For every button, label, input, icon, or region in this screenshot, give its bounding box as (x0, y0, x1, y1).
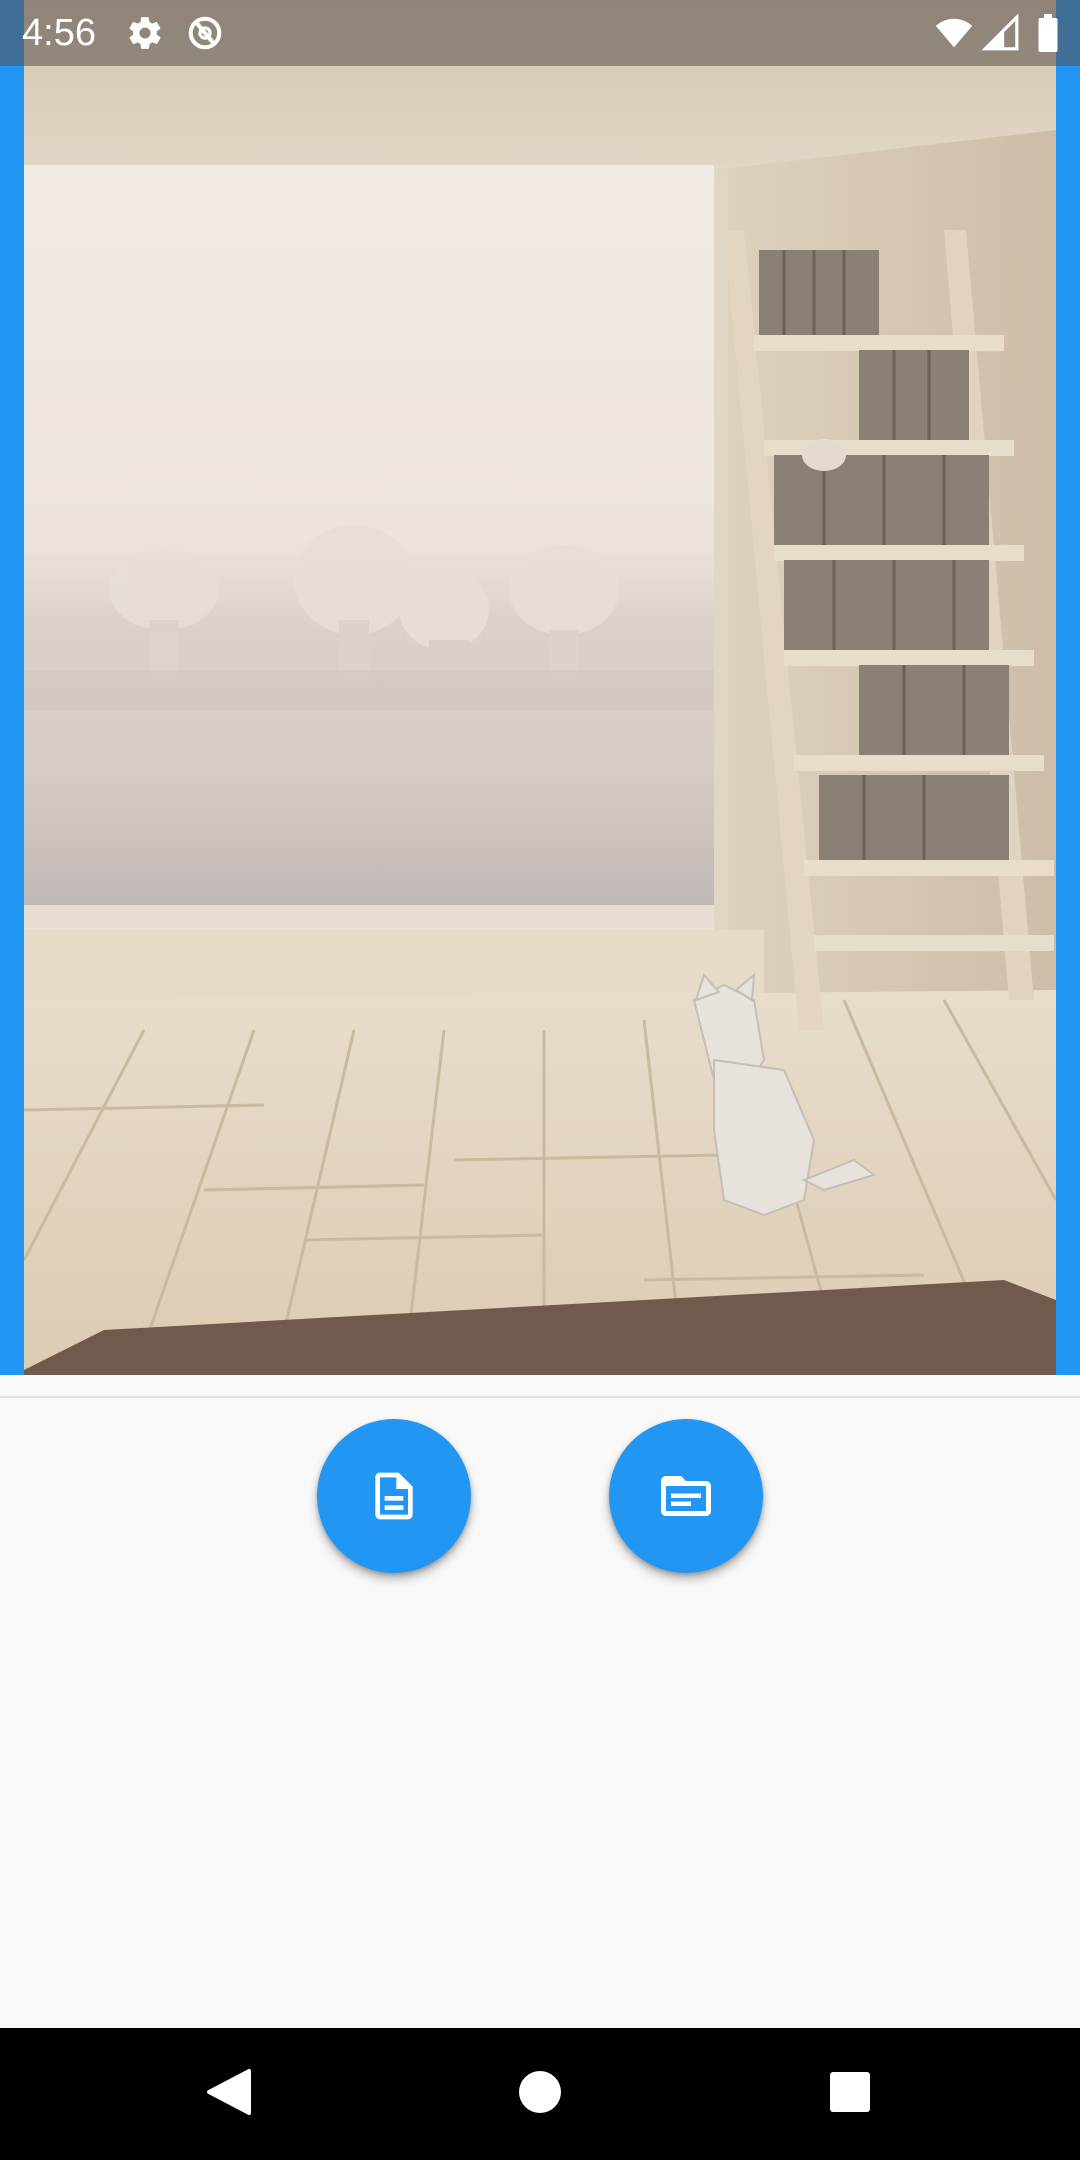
status-bar: 4:56 (0, 0, 1080, 66)
navigation-bar (0, 2028, 1080, 2160)
recents-button[interactable] (814, 2058, 886, 2130)
status-time: 4:56 (22, 12, 96, 54)
cellular-signal-icon (981, 13, 1020, 52)
home-icon (518, 2070, 562, 2119)
folder-icon (656, 1466, 716, 1526)
back-button[interactable] (192, 2058, 264, 2130)
settings-icon (126, 14, 164, 52)
home-button[interactable] (504, 2058, 576, 2130)
document-icon (366, 1468, 422, 1524)
displayed-image (24, 0, 1056, 1375)
back-icon (205, 2067, 251, 2122)
room-scene-image (24, 0, 1056, 1375)
app-screen: 4:56 (0, 0, 1080, 2160)
document-button[interactable] (317, 1419, 471, 1573)
data-saver-icon (186, 14, 224, 52)
folder-button[interactable] (609, 1419, 763, 1573)
wifi-icon (934, 14, 973, 52)
recents-icon (829, 2071, 871, 2118)
divider (0, 1396, 1080, 1398)
battery-icon (1036, 14, 1060, 52)
